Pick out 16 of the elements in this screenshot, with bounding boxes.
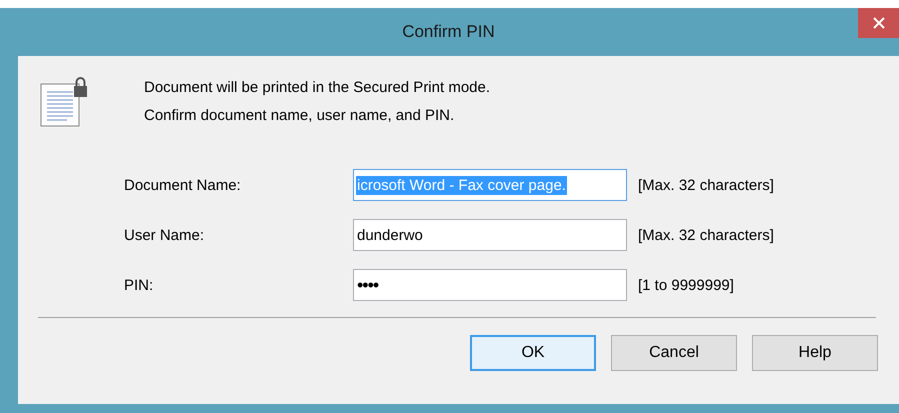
input-field[interactable]: dunderwo: [353, 219, 627, 251]
message-text: Document will be printed in the Secured Print mode.: [144, 79, 490, 96]
close-icon: [872, 17, 884, 29]
field-label: PIN:: [124, 276, 154, 294]
field-hint: [Max. 32 characters]: [638, 176, 774, 194]
field-hint: [1 to 9999999]: [638, 276, 734, 294]
dialog-button[interactable]: Help: [752, 335, 878, 371]
input-field[interactable]: ••••: [353, 269, 627, 301]
window-title: Confirm PIN: [402, 22, 495, 42]
field-label: User Name:: [124, 226, 206, 244]
field-label: Document Name:: [124, 176, 242, 194]
close-button[interactable]: [858, 8, 899, 38]
dialog-button[interactable]: OK: [470, 335, 596, 371]
message-text: Confirm document name, user name, and PIN.: [144, 107, 456, 124]
dialog-button[interactable]: Cancel: [611, 335, 737, 371]
field-hint: [Max. 32 characters]: [638, 226, 774, 244]
